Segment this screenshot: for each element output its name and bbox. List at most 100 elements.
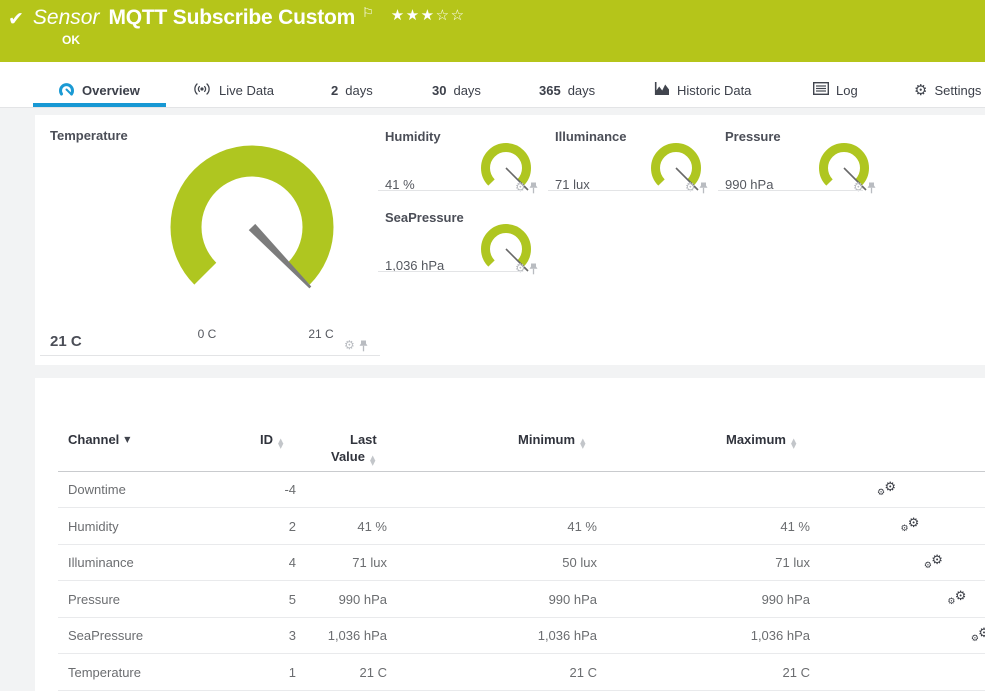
column-header-channel-label: Channel — [68, 432, 119, 447]
channel-name[interactable]: Illuminance — [68, 555, 228, 570]
gauge-pin-icon[interactable] — [529, 181, 538, 199]
tab-2-days-label: days — [345, 83, 372, 98]
channel-maximum: 21 C — [660, 665, 810, 680]
channel-settings-gears-icon[interactable]: ⚙⚙ — [900, 517, 919, 533]
channel-last-value: 1,036 hPa — [257, 628, 387, 643]
gauge-gear-icon[interactable]: ⚙ — [685, 181, 696, 193]
gauge-pin-icon[interactable] — [699, 181, 708, 199]
column-header-id[interactable]: ID ▲▼ — [260, 432, 283, 449]
channel-settings-gears-icon[interactable]: ⚙⚙ — [877, 481, 896, 497]
sort-icon: ▲▼ — [791, 439, 796, 449]
column-header-last-label: Last — [350, 432, 377, 447]
tile-divider — [548, 190, 693, 191]
channel-last-value: 990 hPa — [257, 592, 387, 607]
sort-icon: ▲▼ — [580, 439, 585, 449]
channel-id: -4 — [206, 482, 296, 497]
channel-last-value: 41 % — [257, 519, 387, 534]
row-divider — [58, 544, 985, 545]
gauge-title-pressure: Pressure — [725, 129, 781, 144]
tile-divider — [718, 190, 863, 191]
gauge-pin-icon[interactable] — [529, 262, 538, 280]
gauge-scale-min: 0 C — [188, 327, 226, 341]
channel-minimum: 21 C — [447, 665, 597, 680]
channel-table-panel — [35, 378, 985, 691]
channel-settings-gears-icon[interactable]: ⚙⚙ — [947, 590, 966, 606]
tab-log[interactable]: Log — [813, 81, 858, 99]
gauge-gear-icon[interactable]: ⚙ — [515, 262, 526, 274]
tab-365-days-label: days — [568, 83, 595, 98]
broadcast-icon — [192, 82, 212, 99]
sensor-type-label: Sensor — [33, 4, 100, 32]
tab-overview[interactable]: Overview — [58, 81, 140, 99]
stars-filled[interactable]: ★★★ — [391, 6, 436, 24]
tab-30-days-number: 30 — [432, 83, 446, 98]
channel-last-value: 21 C — [257, 665, 387, 680]
gauge-title-illuminance: Illuminance — [555, 129, 627, 144]
channel-name[interactable]: Temperature — [68, 665, 228, 680]
tab-365-days-number: 365 — [539, 83, 561, 98]
tab-2-days[interactable]: 2 days — [331, 81, 373, 99]
column-header-value-label: Value — [331, 449, 365, 464]
gauge-value-temperature: 21 C — [50, 333, 82, 350]
column-header-minimum-label: Minimum — [518, 432, 575, 447]
gauge-gear-icon[interactable]: ⚙ — [515, 181, 526, 193]
tab-live-data[interactable]: Live Data — [192, 81, 274, 99]
column-header-minimum[interactable]: Minimum ▲▼ — [518, 432, 585, 449]
tab-2-days-number: 2 — [331, 83, 338, 98]
column-header-id-label: ID — [260, 432, 273, 447]
area-chart-icon — [654, 82, 670, 99]
log-list-icon — [813, 82, 829, 98]
sensor-header: ✔ Sensor MQTT Subscribe Custom ⚐ ★★★☆☆ O… — [0, 0, 985, 62]
tab-365-days[interactable]: 365 days — [539, 81, 595, 99]
gauge-pin-icon[interactable] — [867, 181, 876, 199]
sensor-title-row: ✔ Sensor MQTT Subscribe Custom ⚐ ★★★☆☆ — [8, 4, 466, 32]
tab-settings[interactable]: ⚙ Settings — [914, 81, 981, 99]
flag-icon[interactable]: ⚐ — [362, 6, 374, 21]
column-header-last-value-line2[interactable]: Value▲▼ — [331, 449, 375, 466]
tab-settings-label: Settings — [934, 83, 981, 98]
tile-divider — [40, 355, 380, 356]
gauge-title-temperature: Temperature — [50, 128, 128, 143]
tab-historic-data[interactable]: Historic Data — [654, 81, 751, 99]
row-divider — [58, 580, 985, 581]
stars-empty[interactable]: ☆☆ — [436, 6, 466, 24]
gauge-gear-icon[interactable]: ⚙ — [344, 339, 355, 351]
tab-30-days[interactable]: 30 days — [432, 81, 481, 99]
channel-settings-gears-icon[interactable]: ⚙⚙ — [971, 627, 985, 643]
channel-minimum: 1,036 hPa — [447, 628, 597, 643]
channel-maximum: 41 % — [660, 519, 810, 534]
tab-30-days-label: days — [453, 83, 480, 98]
channel-name[interactable]: Pressure — [68, 592, 228, 607]
active-tab-underline — [33, 103, 166, 107]
sensor-name: MQTT Subscribe Custom — [108, 4, 355, 32]
sort-descending-icon: ▼ — [124, 435, 130, 444]
tab-log-label: Log — [836, 83, 858, 98]
channel-minimum: 990 hPa — [447, 592, 597, 607]
channel-name[interactable]: SeaPressure — [68, 628, 228, 643]
gear-icon: ⚙ — [914, 83, 927, 98]
gauge-gear-icon[interactable]: ⚙ — [853, 181, 864, 193]
column-header-maximum-label: Maximum — [726, 432, 786, 447]
gauge-title-humidity: Humidity — [385, 129, 441, 144]
channel-name[interactable]: Downtime — [68, 482, 228, 497]
channel-minimum: 41 % — [447, 519, 597, 534]
column-header-channel[interactable]: Channel ▼ — [68, 432, 130, 447]
tab-overview-label: Overview — [82, 83, 140, 98]
column-header-maximum[interactable]: Maximum ▲▼ — [726, 432, 796, 449]
channel-minimum: 50 lux — [447, 555, 597, 570]
sort-icon: ▲▼ — [278, 439, 283, 449]
channel-settings-gears-icon[interactable]: ⚙⚙ — [924, 554, 943, 570]
row-divider — [58, 653, 985, 654]
priority-stars[interactable]: ★★★☆☆ — [391, 8, 466, 23]
channel-maximum: 71 lux — [660, 555, 810, 570]
tile-divider — [378, 190, 523, 191]
channel-name[interactable]: Humidity — [68, 519, 228, 534]
tab-historic-data-label: Historic Data — [677, 83, 751, 98]
column-header-last-value-line1[interactable]: Last — [350, 432, 377, 447]
table-header-divider — [58, 471, 985, 472]
channel-last-value: 71 lux — [257, 555, 387, 570]
status-ok-check-icon: ✔ — [8, 10, 24, 29]
channel-maximum: 990 hPa — [660, 592, 810, 607]
gauge-icon — [58, 81, 75, 100]
temperature-gauge — [170, 145, 334, 309]
